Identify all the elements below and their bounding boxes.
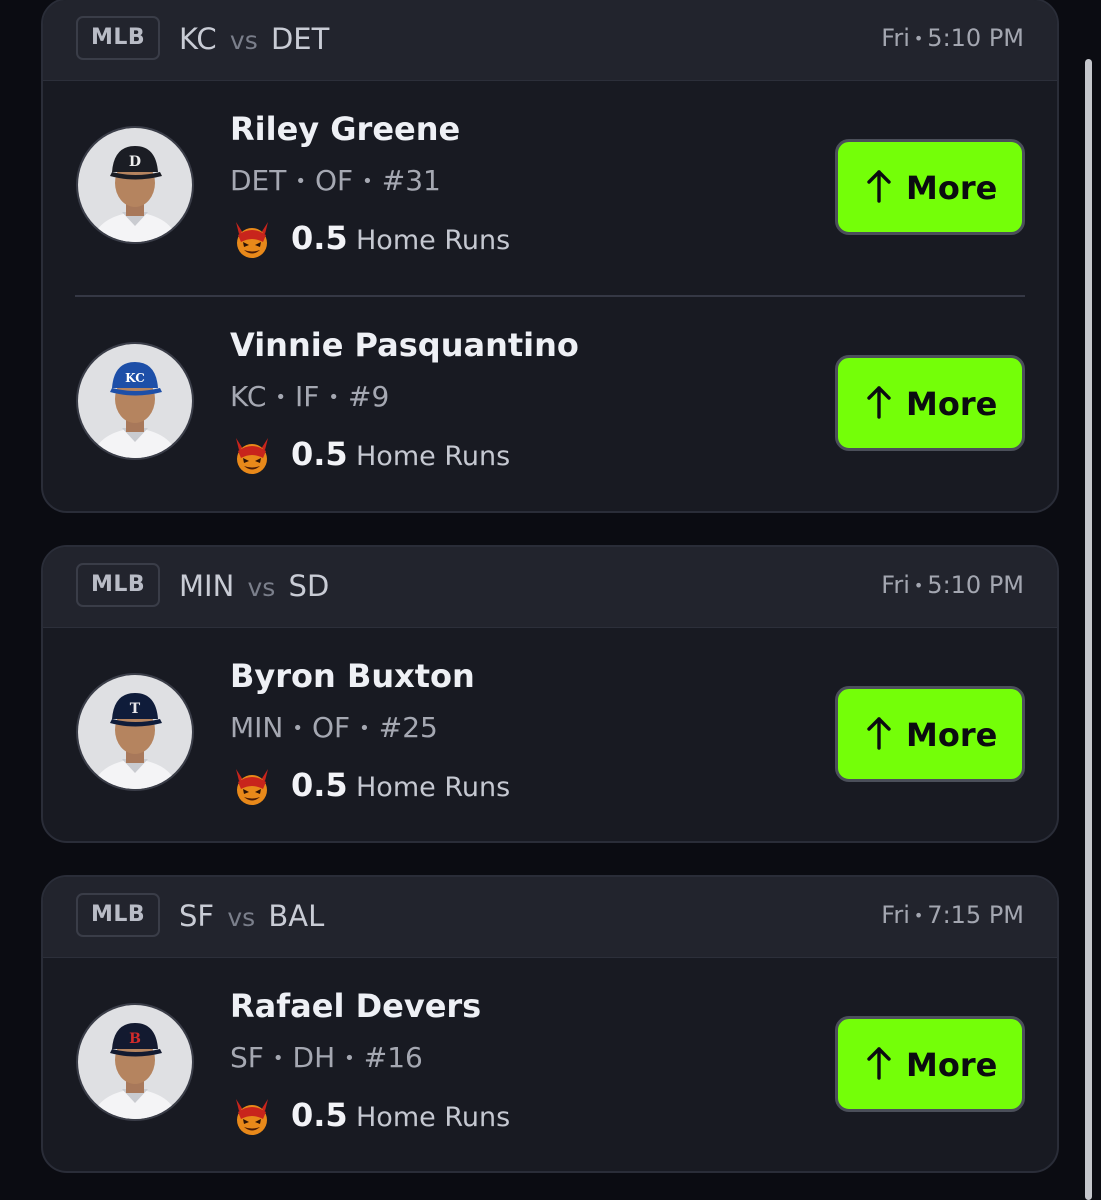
stat-label: Home Runs [356, 441, 511, 472]
player-row: T Byron Buxton MIN • OF • #25 0.5 Home Runs … [43, 628, 1057, 841]
arrow-up-icon [864, 384, 894, 420]
team-b: SD [288, 569, 330, 603]
player-name[interactable]: Riley Greene [230, 109, 460, 149]
svg-text:KC: KC [125, 371, 145, 385]
stat-value: 0.5 [291, 435, 348, 473]
separator-dot: • [359, 718, 370, 739]
game-card: MLB MIN vs SD Fri • 5:10 PM T Byron Buxton… [41, 545, 1059, 843]
svg-text:B: B [129, 1031, 141, 1047]
more-button-label: More [906, 169, 998, 207]
league-badge: MLB [76, 563, 161, 607]
demon-icon [230, 218, 274, 262]
vs-label: vs [247, 573, 276, 602]
game-time: Fri • 7:15 PM [881, 897, 1024, 934]
separator-dot: • [292, 718, 303, 739]
arrow-up-icon [864, 715, 894, 751]
game-header[interactable]: MLB KC vs DET Fri • 5:10 PM [43, 0, 1057, 81]
player-position: DH [292, 1041, 336, 1074]
league-badge: MLB [76, 893, 161, 937]
game-clock: 5:10 PM [927, 571, 1024, 599]
more-button-label: More [906, 385, 998, 423]
separator-dot: • [913, 29, 924, 48]
team-a: KC [179, 22, 217, 56]
game-time: Fri • 5:10 PM [881, 20, 1024, 57]
player-position: OF [314, 164, 354, 197]
player-position: IF [295, 380, 320, 413]
player-meta: KC • IF • #9 [230, 379, 389, 416]
player-name[interactable]: Rafael Devers [230, 986, 481, 1026]
game-day: Fri [881, 571, 910, 599]
separator-dot: • [344, 1048, 355, 1069]
more-button-label: More [906, 716, 998, 754]
demon-icon [230, 1095, 274, 1139]
player-avatar: KC [76, 342, 194, 460]
player-avatar: D [76, 126, 194, 244]
player-row: B Rafael Devers SF • DH • #16 0.5 Home Runs … [43, 958, 1057, 1171]
arrow-up-icon [864, 168, 894, 204]
game-card: MLB KC vs DET Fri • 5:10 PM D Riley Greene… [41, 0, 1059, 513]
vs-label: vs [229, 26, 258, 55]
game-header[interactable]: MLB SF vs BAL Fri • 7:15 PM [43, 877, 1057, 958]
matchup: SF vs BAL [179, 897, 324, 937]
player-number: #25 [378, 711, 438, 744]
game-header[interactable]: MLB MIN vs SD Fri • 5:10 PM [43, 547, 1057, 628]
app-screen: MLB KC vs DET Fri • 5:10 PM D Riley Greene… [0, 0, 1101, 1200]
player-number: #9 [348, 380, 390, 413]
player-number: #31 [381, 164, 441, 197]
more-button[interactable]: More [835, 355, 1025, 451]
game-day: Fri [881, 24, 910, 52]
more-button[interactable]: More [835, 1016, 1025, 1112]
player-team: DET [230, 164, 287, 197]
arrow-up-icon [864, 1045, 894, 1081]
player-row: KC Vinnie Pasquantino KC • IF • #9 0.5 Home … [43, 297, 1057, 511]
player-meta: SF • DH • #16 [230, 1040, 423, 1077]
stat-value: 0.5 [291, 766, 348, 804]
vs-label: vs [227, 903, 256, 932]
player-meta: DET • OF • #31 [230, 163, 441, 200]
matchup: MIN vs SD [179, 567, 329, 607]
player-team: MIN [230, 711, 284, 744]
stat-value: 0.5 [291, 219, 348, 257]
team-b: DET [270, 22, 330, 56]
game-card: MLB SF vs BAL Fri • 7:15 PM B Rafael Dever… [41, 875, 1059, 1173]
svg-text:D: D [129, 154, 141, 170]
team-a: SF [179, 899, 215, 933]
stat-label: Home Runs [356, 1102, 511, 1133]
team-a: MIN [179, 569, 235, 603]
separator-dot: • [362, 171, 373, 192]
player-row: D Riley Greene DET • OF • #31 0.5 Home Runs … [43, 81, 1057, 297]
player-team: SF [230, 1041, 264, 1074]
more-button[interactable]: More [835, 139, 1025, 235]
player-meta: MIN • OF • #25 [230, 710, 438, 747]
stat-value: 0.5 [291, 1096, 348, 1134]
stat-label: Home Runs [356, 772, 511, 803]
separator-dot: • [295, 171, 306, 192]
separator-dot: • [913, 576, 924, 595]
player-number: #16 [363, 1041, 423, 1074]
team-b: BAL [268, 899, 325, 933]
more-button-label: More [906, 1046, 998, 1084]
game-clock: 7:15 PM [927, 901, 1024, 929]
separator-dot: • [272, 1048, 284, 1069]
separator-dot: • [328, 387, 340, 408]
more-button[interactable]: More [835, 686, 1025, 782]
player-team: KC [230, 380, 267, 413]
separator-dot: • [913, 906, 924, 925]
player-name[interactable]: Byron Buxton [230, 656, 475, 696]
player-avatar: B [76, 1003, 194, 1121]
game-clock: 5:10 PM [927, 24, 1024, 52]
svg-text:T: T [130, 701, 141, 717]
demon-icon [230, 765, 274, 809]
matchup: KC vs DET [179, 20, 329, 60]
stat-label: Home Runs [356, 225, 511, 256]
player-avatar: T [76, 673, 194, 791]
player-name[interactable]: Vinnie Pasquantino [230, 325, 579, 365]
separator-dot: • [275, 387, 287, 408]
player-position: OF [312, 711, 351, 744]
game-time: Fri • 5:10 PM [881, 567, 1024, 604]
game-day: Fri [881, 901, 910, 929]
scrollbar[interactable] [1085, 59, 1092, 1200]
demon-icon [230, 434, 274, 478]
league-badge: MLB [76, 16, 161, 60]
